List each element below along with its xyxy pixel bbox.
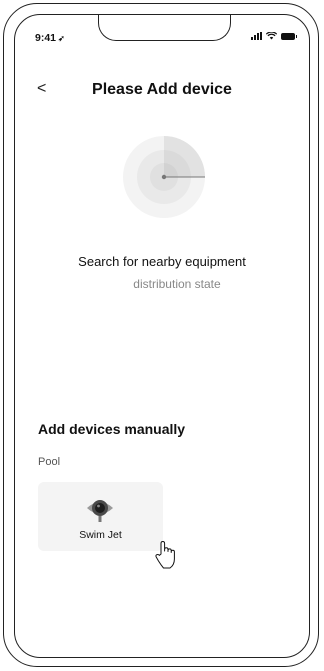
wifi-icon (266, 32, 277, 40)
manual-section-title: Add devices manually (38, 421, 186, 437)
header: < Please Add device (15, 79, 309, 101)
radar-search-icon (123, 136, 205, 218)
search-title: Search for nearby equipment (78, 254, 246, 269)
location-icon: ➶ (58, 34, 65, 43)
category-label: Pool (38, 456, 61, 468)
page-title: Please Add device (92, 81, 232, 98)
search-status: distribution state (133, 277, 221, 291)
status-time-text: 9:41 (35, 32, 57, 44)
status-time: 9:41 ➶ (35, 32, 65, 44)
device-label: Swim Jet (79, 529, 122, 541)
signal-icon (251, 32, 262, 40)
battery-icon (281, 32, 297, 40)
swim-jet-icon (87, 500, 113, 522)
hand-pointer-icon (155, 541, 175, 569)
notch (98, 15, 231, 41)
phone-screen: 9:41 ➶ < Please Add device Search for nea… (14, 14, 310, 658)
device-card-swim-jet[interactable]: Swim Jet (38, 482, 163, 551)
status-icons (251, 32, 297, 40)
